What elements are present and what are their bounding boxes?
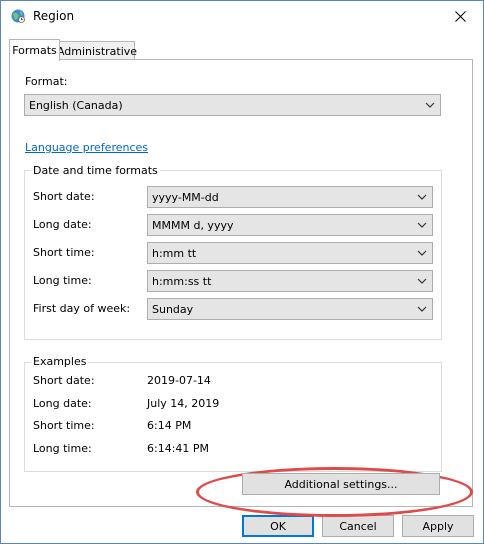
chevron-down-icon <box>417 222 427 228</box>
region-dialog: Region Formats Administrative Format: En… <box>0 0 484 544</box>
chevron-down-icon <box>417 194 427 200</box>
cancel-label: Cancel <box>339 519 377 533</box>
long-time-select[interactable]: h:mm:ss tt <box>147 270 433 292</box>
examples-title: Examples <box>31 355 89 368</box>
short-date-select[interactable]: yyyy-MM-dd <box>147 186 433 208</box>
short-date-format-value: yyyy-MM-dd <box>152 190 219 204</box>
additional-settings-label: Additional settings... <box>284 477 398 491</box>
chevron-down-icon <box>417 250 427 256</box>
first-day-of-week-label: First day of week: <box>33 302 131 315</box>
tab-formats[interactable]: Formats <box>9 39 60 61</box>
region-globe-icon <box>11 9 25 23</box>
long-time-label: Long time: <box>33 274 92 287</box>
chevron-down-icon <box>425 102 435 108</box>
first-day-of-week-value: Sunday <box>152 302 194 316</box>
example-long-date-label: Long date: <box>33 397 92 410</box>
first-day-of-week-select[interactable]: Sunday <box>147 298 433 320</box>
short-date-label: Short date: <box>33 190 95 203</box>
example-long-date-value: July 14, 2019 <box>147 397 220 410</box>
long-date-format-value: MMMM d, yyyy <box>152 218 234 232</box>
short-time-select[interactable]: h:mm tt <box>147 242 433 264</box>
additional-settings-button[interactable]: Additional settings... <box>242 473 440 495</box>
example-short-date-label: Short date: <box>33 374 95 387</box>
format-label: Format: <box>25 75 68 88</box>
title-bar[interactable]: Region <box>1 1 483 31</box>
language-preferences-link[interactable]: Language preferences <box>25 141 148 154</box>
close-icon <box>454 10 466 22</box>
close-button[interactable] <box>437 1 483 31</box>
ok-label: OK <box>270 519 286 533</box>
tab-formats-label: Formats <box>12 44 57 57</box>
date-time-formats-title: Date and time formats <box>31 164 160 177</box>
short-time-format-value: h:mm tt <box>152 246 197 260</box>
chevron-down-icon <box>417 278 427 284</box>
apply-button[interactable]: Apply <box>402 515 474 537</box>
example-short-date-value: 2019-07-14 <box>147 374 211 387</box>
example-short-time-value: 6:14 PM <box>147 419 192 432</box>
tab-administrative-label: Administrative <box>56 44 138 58</box>
long-time-format-value: h:mm:ss tt <box>152 274 212 288</box>
chevron-down-icon <box>417 306 427 312</box>
short-time-label: Short time: <box>33 246 95 259</box>
tab-administrative[interactable]: Administrative <box>56 41 138 61</box>
window-title: Region <box>33 9 75 23</box>
ok-button[interactable]: OK <box>242 515 314 537</box>
long-date-label: Long date: <box>33 218 92 231</box>
example-short-time-label: Short time: <box>33 419 95 432</box>
example-long-time-value: 6:14:41 PM <box>147 442 210 455</box>
format-select[interactable]: English (Canada) <box>24 94 441 116</box>
formats-panel: Format: English (Canada) Language prefer… <box>9 59 473 507</box>
apply-label: Apply <box>422 519 454 533</box>
example-long-time-label: Long time: <box>33 442 92 455</box>
long-date-select[interactable]: MMMM d, yyyy <box>147 214 433 236</box>
format-value: English (Canada) <box>29 98 123 112</box>
cancel-button[interactable]: Cancel <box>322 515 394 537</box>
